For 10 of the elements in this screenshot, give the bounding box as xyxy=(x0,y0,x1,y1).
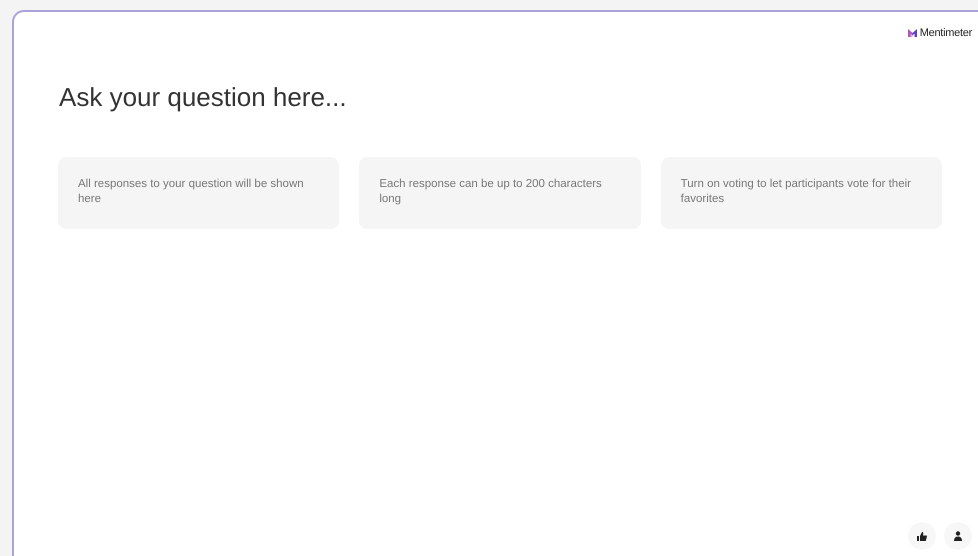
logo-icon xyxy=(908,29,917,38)
reactions-button[interactable] xyxy=(908,522,936,550)
person-icon xyxy=(954,531,962,541)
hint-card: Each response can be up to 200 characters long xyxy=(359,156,641,228)
brand-name: Mentimeter xyxy=(920,26,972,41)
participants-button[interactable] xyxy=(944,522,972,550)
question-title: Ask your question here... xyxy=(59,80,348,114)
hint-card: All responses to your question will be shown here xyxy=(58,156,340,228)
thumbs-up-icon xyxy=(917,532,927,540)
hint-card: Turn on voting to let participants vote for their favorites xyxy=(660,156,942,228)
